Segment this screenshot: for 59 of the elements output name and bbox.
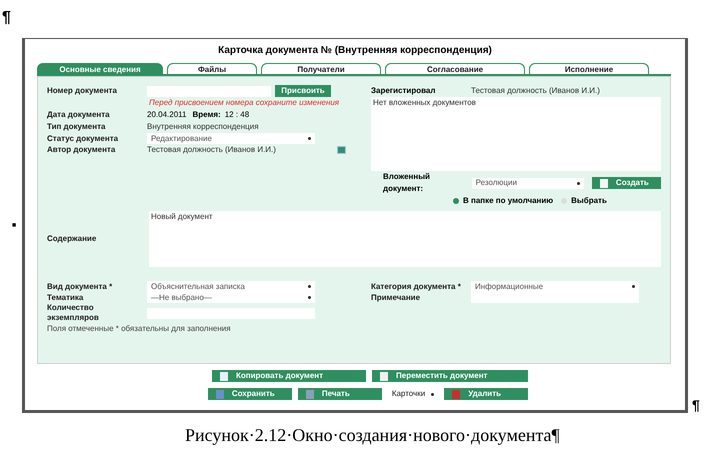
field-label: Автор документа xyxy=(47,145,116,155)
tab[interactable]: Исполнение xyxy=(529,63,649,74)
action-button[interactable]: Переместить документ xyxy=(372,370,528,382)
caret-icon xyxy=(308,285,311,288)
input-field[interactable] xyxy=(471,292,639,303)
select-field[interactable]: Редактирование xyxy=(147,133,315,144)
field-value: Тестовая должность (Иванов И.И.) xyxy=(471,85,600,97)
figure-caption: Рисунок·2.12·Окно·создания·нового·документа¶ xyxy=(185,426,560,444)
field-label: Статус документа xyxy=(47,134,120,144)
dropdown-button[interactable]: Карточки xyxy=(388,388,438,400)
field-label: Вид документа * xyxy=(47,282,114,292)
hint-text: Поля отмеченные * обязательны для заполнения xyxy=(47,323,231,335)
select-field[interactable]: Резолюции xyxy=(472,178,584,188)
paragraph-mark: ¶ xyxy=(692,398,700,412)
caret-icon xyxy=(576,182,580,184)
caret-icon xyxy=(431,392,434,396)
time-value: 12 : 48 xyxy=(224,109,250,121)
card-title: Карточка документа № (Внутренняя корреспонденция) xyxy=(217,44,493,57)
action-button[interactable]: Удалить xyxy=(444,388,528,400)
input-field[interactable] xyxy=(147,308,315,318)
radio-button[interactable] xyxy=(453,198,459,204)
field-label: Номер документа xyxy=(47,86,118,96)
empty-list-text: Нет вложенных документов xyxy=(373,98,476,107)
paragraph-mark: ¶ xyxy=(2,10,11,26)
field-value: Внутренняя корреспонденция xyxy=(147,121,259,133)
select-field[interactable]: Объяснительная записка xyxy=(147,281,315,292)
field-label: Время: xyxy=(192,109,221,121)
action-button[interactable]: Создать xyxy=(592,177,662,189)
caret-icon xyxy=(632,285,635,288)
tab[interactable]: Согласование xyxy=(385,63,525,74)
tab[interactable]: Основные сведения xyxy=(37,63,163,74)
field-label: Вложенный документ: xyxy=(383,171,431,195)
field-label: Тематика xyxy=(47,292,84,302)
action-button[interactable]: Присвоить xyxy=(275,85,331,97)
radio-label: Выбрать xyxy=(571,195,607,207)
radio-button[interactable] xyxy=(561,198,568,204)
action-button[interactable]: Печать xyxy=(298,388,382,400)
action-button[interactable]: Сохранить xyxy=(208,388,292,400)
text-area[interactable]: Новый документ xyxy=(149,211,661,267)
select-field[interactable]: —Не выбрано— xyxy=(147,292,315,303)
field-label: Тип документа xyxy=(47,122,106,132)
caret-icon xyxy=(308,137,311,140)
field-label: Содержание xyxy=(47,234,98,244)
date-value: 20.04.2011 xyxy=(147,109,186,121)
field-value: Тестовая должность (Иванов И.И.) xyxy=(147,144,277,156)
warning-text: Перед присвоением номера сохраните изменения xyxy=(149,97,340,109)
select-field[interactable]: Информационные xyxy=(471,281,639,292)
field-label: Дата документа xyxy=(47,110,111,120)
tab[interactable]: Файлы xyxy=(167,63,257,74)
field-label: Зарегистировал xyxy=(371,85,436,97)
tab[interactable]: Получатели xyxy=(261,63,381,74)
field-label: Примечание xyxy=(371,292,422,302)
caret-icon xyxy=(308,296,311,299)
field-label: Категория документа * xyxy=(371,282,462,292)
picture-icon[interactable] xyxy=(337,146,346,154)
radio-label: В папке по умолчанию xyxy=(463,195,554,207)
action-button[interactable]: Копировать документ xyxy=(212,370,366,382)
field-label: Количество экземпляров xyxy=(47,303,100,323)
input-field[interactable] xyxy=(147,86,271,96)
